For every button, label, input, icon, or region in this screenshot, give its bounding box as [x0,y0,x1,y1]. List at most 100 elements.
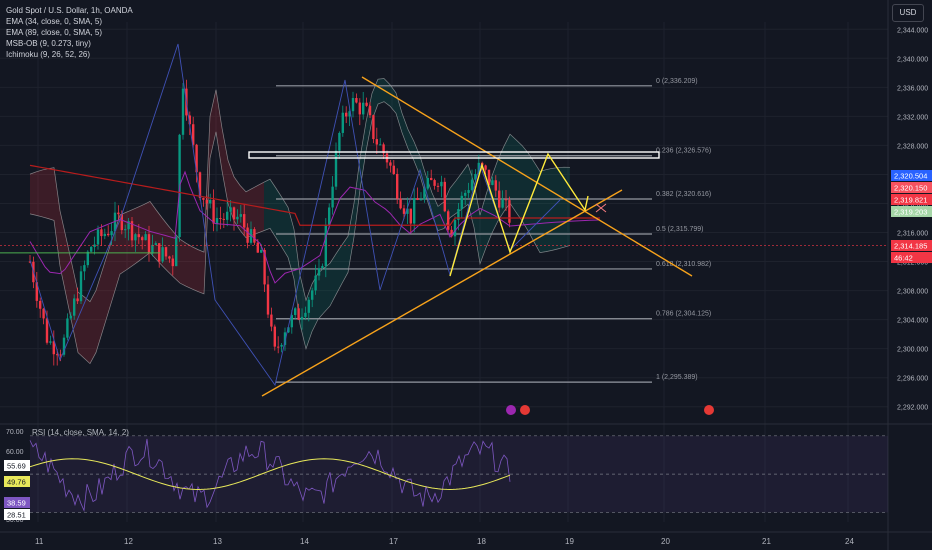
candle-body [134,234,137,241]
candle-body [467,190,470,193]
candle-body [416,198,419,200]
candle-body [236,216,239,220]
indicator-msb-ob[interactable]: MSB-OB (9, 0.273, tiny) [6,38,133,49]
candle-body [413,198,416,224]
candle-body [334,150,338,187]
candle-body [447,211,450,230]
candle-body [168,256,171,259]
candle-body [440,181,443,187]
candle-body [42,308,45,319]
candle-body [107,233,110,236]
candle-body [433,180,436,186]
indicator-ichimoku[interactable]: Ichimoku (9, 26, 52, 26) [6,49,133,60]
candle-body [137,234,140,238]
candle-body [117,212,120,215]
fib-level-label: 0.5 (2,315.799) [656,226,703,233]
candle-body [270,314,273,327]
candle-body [246,227,249,243]
candle-body [202,198,205,200]
resistance-box [248,151,660,159]
currency-button[interactable]: USD [892,4,924,22]
indicator-ema34[interactable]: EMA (34, close, 0, SMA, 5) [6,16,133,27]
rsi-badge-text: 38.59 [7,499,26,508]
candle-body [504,199,508,201]
candle-body [110,231,113,236]
candle-body [59,354,62,356]
candle-body [83,265,86,272]
indicator-ema89[interactable]: EMA (89, close, 0, SMA, 5) [6,27,133,38]
time-tick: 12 [124,537,133,546]
candle-body [45,318,49,343]
candle-body [399,198,402,209]
candle-body [300,316,304,320]
event-icon [704,405,714,415]
candle-body [379,144,382,146]
candle-body [219,218,222,220]
candle-body [273,326,276,347]
candle-body [277,346,280,348]
candle-body [358,102,361,115]
chart-canvas[interactable]: 0 (2,336.209) 0.236 (2,326.576) 0.382 (2,3… [0,0,932,550]
candle-body [212,199,215,224]
time-tick: 18 [477,537,486,546]
candle-body [419,199,423,201]
candle-body [164,247,168,257]
candle-body [307,299,310,313]
price-tick: 2,300.000 [897,347,928,354]
fib-level-label: 0.618 (2,310.982) [656,261,711,268]
candle-body [181,88,185,135]
candle-body [464,192,467,196]
candle-body [154,243,157,245]
descending-trendline [361,76,693,277]
price-tick: 2,336.000 [897,85,928,92]
candle-body [328,207,331,225]
candle-body [161,247,164,262]
fib-level-label: 0 (2,336.209) [656,78,698,85]
candle-body [96,229,100,245]
candle-body [311,290,314,300]
event-icon [520,405,530,415]
candle-body [205,199,208,204]
candle-body [239,214,242,217]
candle-body [243,214,246,228]
rsi-pane: 70.0060.0030.0055.6949.7638.5928.51 [4,429,888,524]
time-axis: 11 12 13 14 17 18 19 20 21 24 [35,537,854,546]
candle-body [362,102,365,115]
candle-body [321,265,324,269]
price-label-text: 2,319.203 [894,208,927,217]
fib-level-label: 0.236 (2,326.576) [656,148,711,155]
candle-body [256,242,259,253]
candle-body [375,139,378,145]
candle-body [331,186,334,208]
rsi-legend[interactable]: RSI (14, close, SMA, 14, 2) [32,428,129,437]
candle-body [491,180,494,185]
candle-body [317,268,321,276]
rsi-level-label: 70.00 [6,429,24,436]
candle-body [484,165,487,170]
candle-body [260,249,263,253]
time-tick: 11 [35,537,44,546]
price-tick: 2,340.000 [897,56,928,63]
candle-body [402,208,406,214]
candle-body [266,284,270,315]
price-axis: 2,344.000 2,340.000 2,336.000 2,332.000 2,32… [897,27,928,411]
event-icon [506,405,516,415]
rsi-badge-text: 28.51 [7,511,26,520]
candle-body [73,298,76,316]
candle-body [253,229,256,243]
candle-body [368,105,372,116]
candle-body [222,218,225,220]
symbol-title[interactable]: Gold Spot / U.S. Dollar, 1h, OANDA [6,5,133,16]
candle-body [297,308,300,320]
candle-body [280,344,283,347]
time-tick: 20 [661,537,670,546]
candle-body [460,195,463,209]
candle-body [494,180,497,191]
candle-body [226,211,229,220]
price-tick: 2,316.000 [897,231,928,238]
candle-body [124,229,127,231]
price-tick: 2,308.000 [897,289,928,296]
price-tick: 2,304.000 [897,318,928,325]
candle-body [141,237,144,241]
cloud-bearish [30,89,264,364]
